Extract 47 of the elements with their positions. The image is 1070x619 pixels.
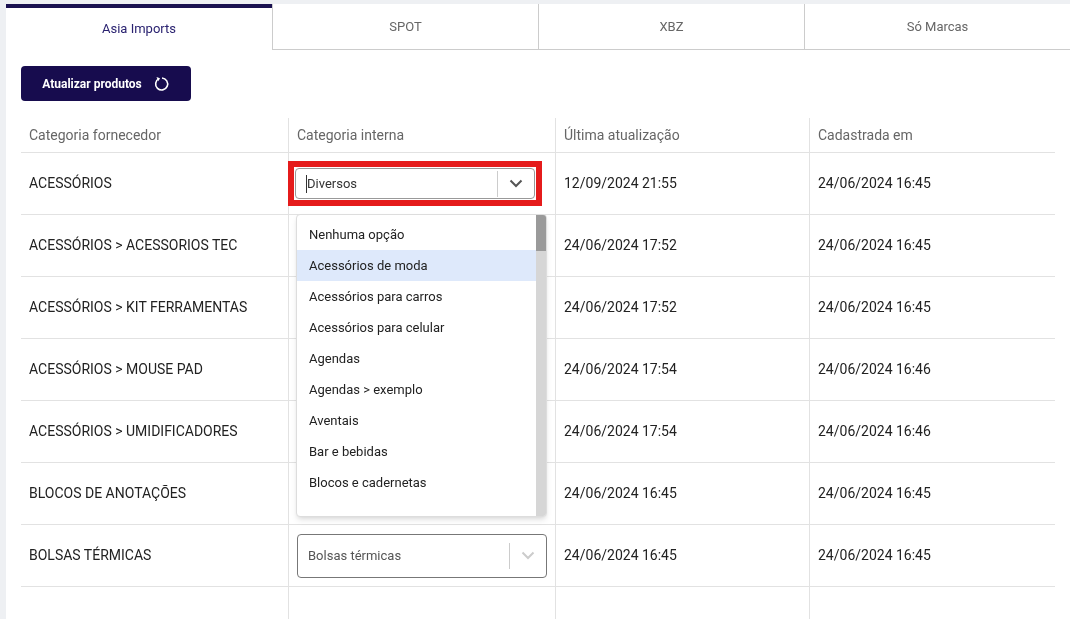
- table-cell-text: 24/06/2024 16:45: [564, 546, 677, 565]
- table-cell-text: 12/09/2024 21:55: [564, 174, 677, 193]
- table-cell-text: 24/06/2024 16:45: [818, 546, 931, 565]
- chevron-down-icon: [509, 179, 523, 188]
- table-cell-text: BLOCOS DE ANOTAÇÕES: [29, 484, 187, 503]
- dropdown-option[interactable]: Nenhuma opção: [297, 219, 536, 250]
- dropdown-option[interactable]: Agendas: [297, 343, 536, 374]
- refresh-icon: [153, 75, 170, 92]
- table-cell-text: ACESSÓRIOS > KIT FERRAMENTAS: [29, 297, 248, 317]
- table-cell-text: ACESSÓRIOS > ACESSORIOS TEC: [29, 235, 238, 255]
- table-cell-text: ACESSÓRIOS: [29, 173, 112, 193]
- table-cell-text: 24/06/2024 16:46: [818, 360, 931, 379]
- category-select[interactable]: Diversos: [295, 168, 535, 199]
- dropdown-option[interactable]: Bar e bebidas: [297, 436, 536, 467]
- table-cell-text: 24/06/2024 16:45: [818, 236, 931, 255]
- table-cell-text: BOLSAS TÉRMICAS: [29, 545, 152, 565]
- table-cell-text: 24/06/2024 16:45: [818, 174, 931, 193]
- dropdown-option[interactable]: Acessórios para carros: [297, 281, 536, 312]
- column-header: Categoria interna: [297, 125, 405, 145]
- dropdown-option[interactable]: Agendas > exemplo: [297, 374, 536, 405]
- table-cell-text: 24/06/2024 16:46: [818, 422, 931, 441]
- table-cell-text: 24/06/2024 17:54: [564, 360, 677, 379]
- tab[interactable]: XBZ: [538, 4, 804, 50]
- table-cell-text: 24/06/2024 16:45: [818, 484, 931, 503]
- scrollbar[interactable]: [536, 215, 546, 516]
- dropdown-option[interactable]: Acessórios de moda: [297, 250, 536, 281]
- column-header: Última atualização: [564, 125, 680, 145]
- dropdown-option[interactable]: Aventais: [297, 405, 536, 436]
- table-cell-text: 24/06/2024 16:45: [818, 298, 931, 317]
- table-cell-text: ACESSÓRIOS > MOUSE PAD: [29, 359, 203, 379]
- select-value: Bolsas térmicas: [307, 546, 403, 565]
- table-cell-text: 24/06/2024 17:52: [564, 236, 677, 255]
- tab[interactable]: Asia Imports: [6, 4, 272, 50]
- select-value: Diversos: [307, 174, 359, 193]
- table-cell-text: 24/06/2024 17:54: [564, 422, 677, 441]
- dropdown-option[interactable]: Acessórios para celular: [297, 312, 536, 343]
- dropdown-option[interactable]: Blocos e cadernetas: [297, 467, 536, 498]
- tab[interactable]: SPOT: [272, 4, 538, 50]
- update-products-button[interactable]: Atualizar produtos: [21, 66, 191, 101]
- table-cell-text: 24/06/2024 17:52: [564, 298, 677, 317]
- table-cell-text: 24/06/2024 16:45: [564, 484, 677, 503]
- column-header: Cadastrada em: [818, 125, 913, 145]
- chevron-down-icon: [521, 551, 535, 560]
- column-header: Categoria fornecedor: [29, 125, 161, 145]
- table-cell-text: ACESSÓRIOS > UMIDIFICADORES: [29, 421, 238, 441]
- tab[interactable]: Só Marcas: [804, 4, 1070, 50]
- category-select[interactable]: Bolsas térmicas: [297, 533, 547, 578]
